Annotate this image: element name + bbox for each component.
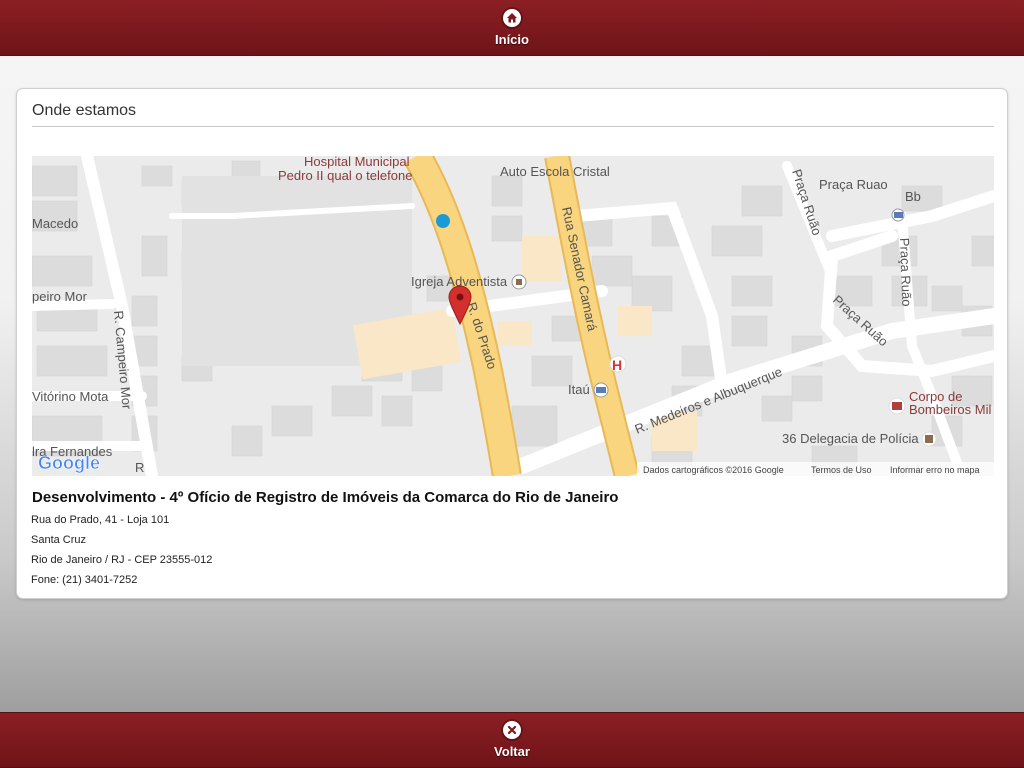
address-city: Rio de Janeiro / RJ - CEP 23555-012 bbox=[31, 554, 213, 566]
terms-of-use-link[interactable]: Termos de Uso bbox=[811, 465, 872, 475]
map-label-bb: Bb bbox=[905, 189, 921, 204]
map-data-attribution: Dados cartográficos ©2016 Google bbox=[643, 465, 784, 475]
bottom-bar: Voltar bbox=[0, 712, 1024, 768]
google-logo: Google bbox=[38, 453, 100, 473]
card-title: Onde estamos bbox=[32, 102, 137, 119]
report-map-error-link[interactable]: Informar erro no mapa bbox=[890, 465, 980, 475]
map[interactable]: Hospital Municipal Pedro II qual o telef… bbox=[32, 156, 994, 476]
location-card: Onde estamos Hospital Municipal Pedro II… bbox=[16, 88, 1008, 599]
back-button[interactable]: Voltar bbox=[494, 721, 530, 759]
address-street: Rua do Prado, 41 - Loja 101 bbox=[31, 514, 170, 526]
map-label-corpo-2: Bombeiros Mil bbox=[909, 402, 991, 417]
map-label-macedo: Macedo bbox=[32, 216, 78, 231]
home-button[interactable]: Início bbox=[495, 8, 529, 47]
office-name: Desenvolvimento - 4º Ofício de Registro … bbox=[32, 489, 619, 506]
home-icon bbox=[502, 8, 521, 27]
top-bar: Início bbox=[0, 0, 1024, 56]
map-label-campeiro-mor-left: peiro Mor bbox=[32, 289, 88, 304]
card-divider bbox=[32, 126, 994, 127]
map-label-r-letter: R bbox=[135, 460, 144, 475]
address-district: Santa Cruz bbox=[31, 534, 87, 546]
map-label-praca-ruao-v2: Praça Ruão bbox=[897, 238, 914, 307]
hospital-h: H bbox=[612, 357, 622, 373]
map-label-vitorino: Vitórino Mota bbox=[32, 389, 109, 404]
home-label: Início bbox=[495, 31, 529, 47]
map-label-hospital-2: Pedro II qual o telefone bbox=[278, 168, 412, 183]
address-phone: Fone: (21) 3401-7252 bbox=[31, 574, 138, 586]
close-icon bbox=[502, 721, 521, 739]
map-label-auto-escola: Auto Escola Cristal bbox=[500, 164, 610, 179]
map-label-praca-ruao-top: Praça Ruao bbox=[819, 177, 888, 192]
map-label-delegacia: 36 Delegacia de Polícia bbox=[782, 431, 919, 446]
map-label-itau: Itaú bbox=[568, 382, 590, 397]
bus-stop-icon bbox=[436, 214, 450, 228]
back-label: Voltar bbox=[494, 744, 530, 759]
